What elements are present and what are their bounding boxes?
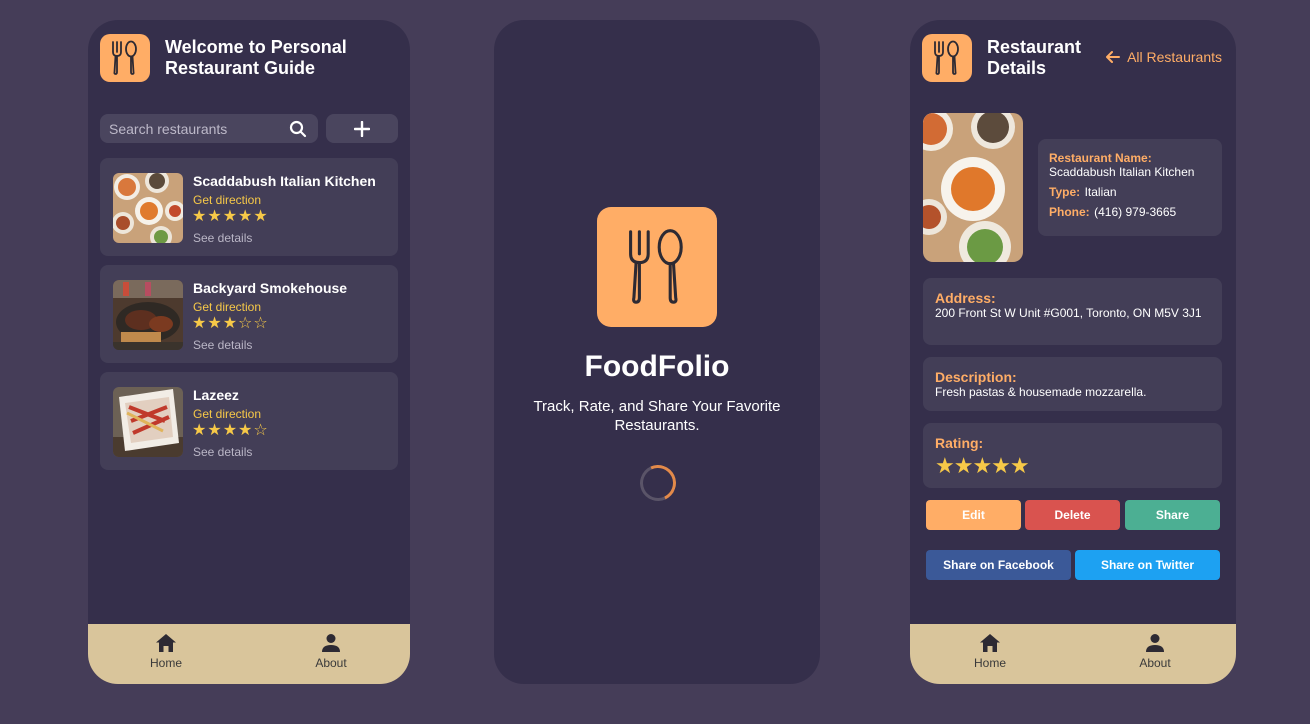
tab-bar: Home About bbox=[88, 624, 410, 684]
name-label: Restaurant Name: bbox=[1049, 151, 1152, 165]
restaurant-name: Backyard Smokehouse bbox=[193, 280, 348, 296]
see-details-link[interactable]: See details bbox=[193, 445, 252, 459]
delete-button[interactable]: Delete bbox=[1025, 500, 1120, 530]
restaurant-photo bbox=[113, 173, 183, 243]
type-value: Italian bbox=[1084, 185, 1117, 199]
restaurant-list-screen: Welcome to Personal Restaurant Guide Sea… bbox=[88, 20, 410, 684]
rating-stars: ★★★★★ bbox=[935, 453, 1030, 478]
see-details-link[interactable]: See details bbox=[193, 338, 252, 352]
name-value: Scaddabush Italian Kitchen bbox=[1049, 165, 1195, 179]
tab-home[interactable]: Home bbox=[950, 634, 1030, 670]
restaurant-name: Lazeez bbox=[193, 387, 239, 403]
tab-about-label: About bbox=[315, 656, 347, 670]
tab-about[interactable]: About bbox=[1115, 634, 1195, 670]
address-value: 200 Front St W Unit #G001, Toronto, ON M… bbox=[935, 306, 1202, 320]
type-label: Type: bbox=[1049, 185, 1081, 199]
see-details-link[interactable]: See details bbox=[193, 231, 252, 245]
restaurant-detail-screen: Restaurant Details All Restaurants Resta… bbox=[910, 20, 1236, 684]
person-icon bbox=[322, 634, 340, 652]
restaurant-photo bbox=[113, 280, 183, 350]
search-button[interactable] bbox=[288, 119, 308, 139]
restaurant-card[interactable]: Lazeez Get direction ★★★★☆ See details bbox=[100, 372, 398, 470]
share-facebook-button[interactable]: Share on Facebook bbox=[926, 550, 1071, 580]
app-logo bbox=[922, 34, 972, 82]
add-restaurant-button[interactable] bbox=[326, 114, 398, 143]
description-card: Description: Fresh pastas & housemade mo… bbox=[923, 357, 1222, 411]
person-icon bbox=[1146, 634, 1164, 652]
rating-stars: ★★★☆☆ bbox=[192, 315, 269, 332]
restaurant-name: Scaddabush Italian Kitchen bbox=[193, 173, 376, 189]
restaurant-card[interactable]: Scaddabush Italian Kitchen Get direction… bbox=[100, 158, 398, 256]
tab-home-label: Home bbox=[973, 656, 1006, 670]
app-logo bbox=[597, 207, 717, 327]
home-icon bbox=[980, 634, 1000, 652]
search-icon bbox=[289, 120, 307, 138]
rating-card: Rating: ★★★★★ bbox=[923, 423, 1222, 488]
page-title: Restaurant Details bbox=[987, 37, 1082, 78]
restaurant-photo bbox=[923, 113, 1023, 262]
restaurant-photo bbox=[113, 387, 183, 457]
app-logo bbox=[100, 34, 150, 82]
get-direction-link[interactable]: Get direction bbox=[193, 300, 261, 314]
home-icon bbox=[156, 634, 176, 652]
rating-stars: ★★★★★ bbox=[192, 208, 269, 225]
address-card: Address: 200 Front St W Unit #G001, Toro… bbox=[923, 278, 1222, 345]
app-name: FoodFolio bbox=[584, 350, 730, 383]
edit-button[interactable]: Edit bbox=[926, 500, 1021, 530]
search-input[interactable] bbox=[100, 114, 280, 143]
fork-spoon-icon bbox=[934, 40, 959, 75]
fork-spoon-icon bbox=[112, 40, 137, 75]
tab-home[interactable]: Home bbox=[126, 634, 206, 670]
page-title: Welcome to Personal Restaurant Guide bbox=[165, 37, 347, 78]
arrow-left-icon bbox=[1106, 50, 1121, 64]
search-bar bbox=[100, 114, 318, 143]
app-tagline: Track, Rate, and Share Your Favorite Res… bbox=[533, 398, 781, 434]
phone-value: (416) 979-3665 bbox=[1094, 205, 1177, 219]
all-restaurants-link[interactable]: All Restaurants bbox=[1106, 49, 1222, 65]
splash-screen: FoodFolio Track, Rate, and Share Your Fa… bbox=[494, 20, 820, 684]
address-label: Address: bbox=[935, 290, 996, 306]
get-direction-link[interactable]: Get direction bbox=[193, 407, 261, 421]
restaurant-card[interactable]: Backyard Smokehouse Get direction ★★★☆☆ … bbox=[100, 265, 398, 363]
loading-spinner bbox=[634, 459, 682, 507]
plus-icon bbox=[354, 120, 370, 137]
description-label: Description: bbox=[935, 369, 1017, 385]
rating-stars: ★★★★☆ bbox=[192, 422, 269, 439]
tab-about-label: About bbox=[1139, 656, 1171, 670]
phone-label: Phone: bbox=[1049, 205, 1090, 219]
fork-spoon-icon bbox=[629, 229, 683, 304]
tab-bar: Home About bbox=[910, 624, 1236, 684]
tab-home-label: Home bbox=[149, 656, 182, 670]
rating-label: Rating: bbox=[935, 435, 984, 451]
share-button[interactable]: Share bbox=[1125, 500, 1220, 530]
tab-about[interactable]: About bbox=[291, 634, 371, 670]
share-twitter-button[interactable]: Share on Twitter bbox=[1075, 550, 1220, 580]
restaurant-info-card: Restaurant Name: Scaddabush Italian Kitc… bbox=[1038, 139, 1222, 236]
get-direction-link[interactable]: Get direction bbox=[193, 193, 261, 207]
back-link-label: All Restaurants bbox=[1127, 49, 1222, 65]
description-value: Fresh pastas & housemade mozzarella. bbox=[935, 385, 1147, 399]
